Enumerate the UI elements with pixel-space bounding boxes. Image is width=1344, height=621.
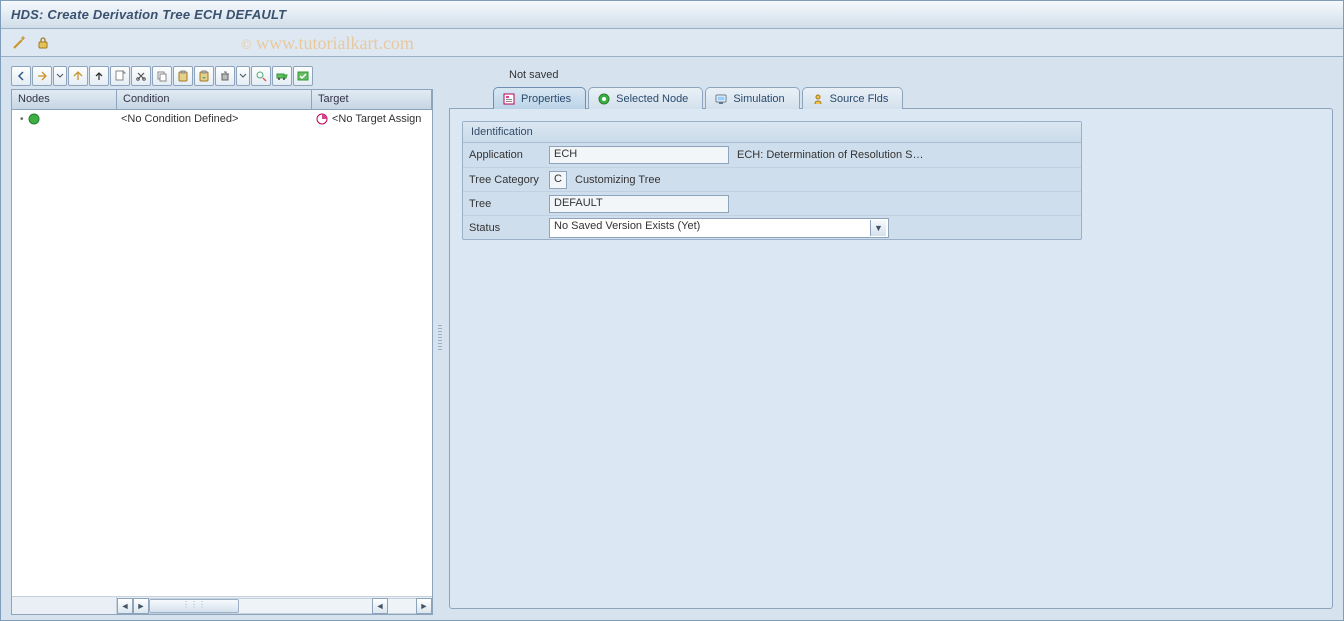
scroll-track2[interactable] bbox=[388, 598, 416, 614]
tab-selected-node[interactable]: Selected Node bbox=[588, 87, 703, 109]
tree-category-code[interactable]: C bbox=[549, 171, 567, 189]
cut-button[interactable] bbox=[131, 66, 151, 86]
lock-icon[interactable] bbox=[33, 33, 53, 53]
tab-source-flds[interactable]: Source Flds bbox=[802, 87, 904, 109]
status-value: No Saved Version Exists (Yet) bbox=[554, 220, 700, 232]
collapse-all-button[interactable] bbox=[68, 66, 88, 86]
identification-title: Identification bbox=[463, 122, 1081, 143]
tree-field[interactable]: DEFAULT bbox=[549, 195, 729, 213]
tree-row[interactable]: • <No Condition Defined> <No Target Assi… bbox=[12, 110, 432, 128]
create-button[interactable] bbox=[110, 66, 130, 86]
tab-selected-node-label: Selected Node bbox=[616, 93, 688, 105]
tree-scrollbar-area: ◄ ► ⋮⋮⋮ ◄ ► bbox=[12, 596, 432, 614]
copy-button[interactable] bbox=[152, 66, 172, 86]
properties-icon bbox=[502, 92, 516, 106]
left-pane: Nodes Condition Target • <No Condition D… bbox=[1, 57, 437, 619]
tree-target-cell: <No Target Assign bbox=[312, 113, 432, 125]
tree-container: Nodes Condition Target • <No Condition D… bbox=[11, 89, 433, 615]
expand-all-button[interactable] bbox=[32, 66, 52, 86]
application-label: Application bbox=[463, 149, 549, 161]
tab-properties[interactable]: Properties bbox=[493, 87, 586, 109]
tree-header: Nodes Condition Target bbox=[12, 90, 432, 110]
selected-node-icon bbox=[597, 92, 611, 106]
delete-button[interactable] bbox=[215, 66, 235, 86]
tree-label: Tree bbox=[463, 198, 549, 210]
tab-simulation[interactable]: Simulation bbox=[705, 87, 799, 109]
simulation-icon bbox=[714, 92, 728, 106]
expand-all-dropdown[interactable] bbox=[53, 66, 67, 86]
move-up-button[interactable] bbox=[89, 66, 109, 86]
chevron-down-icon: ▼ bbox=[870, 220, 886, 236]
check-button[interactable] bbox=[293, 66, 313, 86]
tree-toolbar bbox=[11, 65, 433, 87]
paste-sub-button[interactable] bbox=[194, 66, 214, 86]
application-field[interactable]: ECH bbox=[549, 146, 729, 164]
find-button[interactable] bbox=[251, 66, 271, 86]
wand-icon[interactable] bbox=[9, 33, 29, 53]
right-pane: Not saved Properties Selected Node Simul… bbox=[443, 57, 1343, 619]
tabstrip: Properties Selected Node Simulation Sour… bbox=[449, 85, 1333, 109]
tree-category-label: Tree Category bbox=[463, 174, 549, 186]
cond-hscroll[interactable]: ◄ ► ⋮⋮⋮ bbox=[117, 598, 372, 614]
target-hscroll[interactable]: ◄ ► bbox=[372, 598, 432, 614]
tree-bullet-icon: • bbox=[20, 114, 24, 125]
watermark: © www.tutorialkart.com bbox=[241, 33, 414, 54]
app-toolbar: © www.tutorialkart.com bbox=[1, 29, 1343, 57]
delete-dropdown[interactable] bbox=[236, 66, 250, 86]
tab-properties-label: Properties bbox=[521, 93, 571, 105]
status-select[interactable]: No Saved Version Exists (Yet) ▼ bbox=[549, 218, 889, 238]
source-flds-icon bbox=[811, 92, 825, 106]
pie-icon bbox=[316, 113, 328, 125]
page-title: HDS: Create Derivation Tree ECH DEFAULT bbox=[11, 7, 286, 22]
col-nodes[interactable]: Nodes bbox=[12, 90, 117, 109]
title-bar: HDS: Create Derivation Tree ECH DEFAULT bbox=[1, 1, 1343, 29]
watermark-text: www.tutorialkart.com bbox=[256, 33, 414, 53]
scroll-thumb[interactable]: ⋮⋮⋮ bbox=[149, 599, 239, 613]
col-target[interactable]: Target bbox=[312, 90, 432, 109]
tree-body: • <No Condition Defined> <No Target Assi… bbox=[12, 110, 432, 596]
col-condition[interactable]: Condition bbox=[117, 90, 312, 109]
scroll-right2-icon[interactable]: ► bbox=[416, 598, 432, 614]
tab-simulation-label: Simulation bbox=[733, 93, 784, 105]
save-status: Not saved bbox=[449, 67, 1333, 85]
paste-button[interactable] bbox=[173, 66, 193, 86]
tree-node-cell: • bbox=[12, 113, 117, 125]
tree-category-desc: Customizing Tree bbox=[575, 174, 661, 186]
tab-panel: Identification Application ECH ECH: Dete… bbox=[449, 108, 1333, 609]
node-status-icon bbox=[28, 113, 40, 125]
app-frame: HDS: Create Derivation Tree ECH DEFAULT … bbox=[0, 0, 1344, 621]
body-area: Nodes Condition Target • <No Condition D… bbox=[1, 57, 1343, 619]
scroll-right-icon[interactable]: ► bbox=[133, 598, 149, 614]
nav-back-button[interactable] bbox=[11, 66, 31, 86]
status-label: Status bbox=[463, 222, 549, 234]
identification-group: Identification Application ECH ECH: Dete… bbox=[462, 121, 1082, 240]
scroll-track[interactable]: ⋮⋮⋮ bbox=[149, 598, 372, 614]
scroll-left2-icon[interactable]: ◄ bbox=[372, 598, 388, 614]
application-desc: ECH: Determination of Resolution S… bbox=[737, 149, 923, 161]
scroll-left-icon[interactable]: ◄ bbox=[117, 598, 133, 614]
tree-condition-cell: <No Condition Defined> bbox=[117, 113, 312, 125]
transport-button[interactable] bbox=[272, 66, 292, 86]
tab-source-flds-label: Source Flds bbox=[830, 93, 889, 105]
tree-target-text: <No Target Assign bbox=[332, 113, 421, 125]
